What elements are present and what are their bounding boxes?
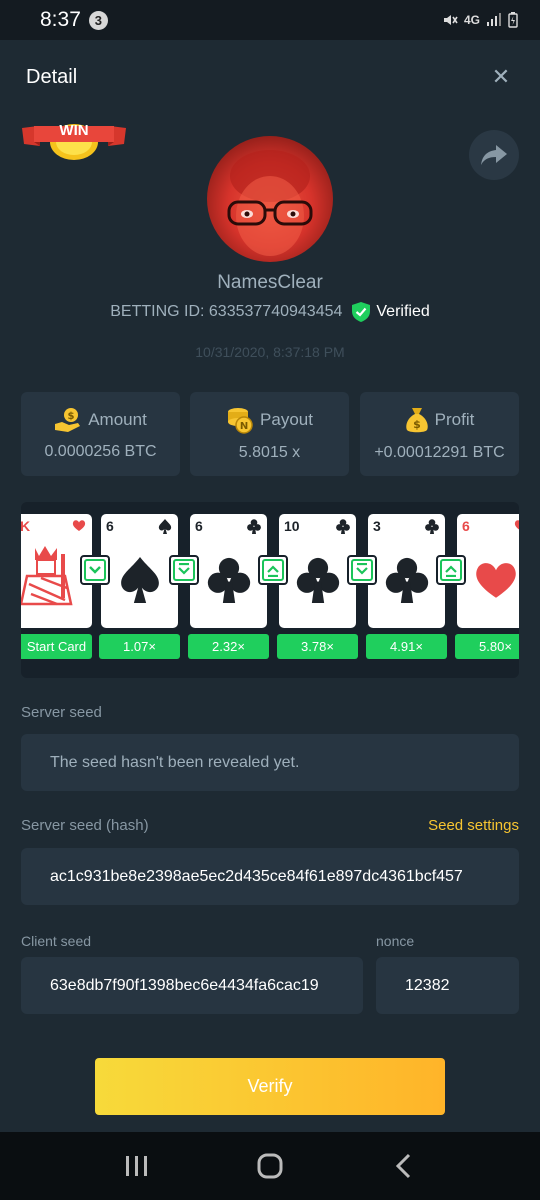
recent-apps-icon bbox=[125, 1156, 147, 1176]
verify-button[interactable]: Verify bbox=[95, 1058, 445, 1115]
profit-value: +0.00012291 BTC bbox=[374, 444, 505, 461]
share-arrow-icon bbox=[481, 145, 507, 165]
nonce-field[interactable]: 12382 bbox=[376, 957, 519, 1014]
money-bag-icon: $ bbox=[405, 408, 428, 433]
card-rank: 6 bbox=[106, 518, 114, 534]
club-icon bbox=[247, 519, 261, 534]
page-title: Detail bbox=[26, 65, 78, 88]
payout-value: 5.8015 x bbox=[238, 444, 301, 461]
dollar-hand-icon: $ bbox=[55, 408, 81, 432]
profit-label: Profit bbox=[434, 410, 475, 429]
status-bar: 8:37 3 4G bbox=[0, 0, 540, 40]
club-icon bbox=[207, 558, 250, 604]
username: NamesClear bbox=[217, 272, 323, 293]
back-icon bbox=[396, 1153, 411, 1179]
club-icon bbox=[336, 519, 350, 534]
notification-count-badge: 3 bbox=[88, 10, 108, 30]
heart-icon bbox=[475, 563, 516, 598]
back-button[interactable] bbox=[373, 1146, 433, 1186]
network-label: 4G bbox=[463, 13, 480, 27]
amount-value: 0.0000256 BTC bbox=[44, 443, 157, 460]
payout-label: Payout bbox=[260, 410, 313, 429]
svg-text:N: N bbox=[240, 421, 248, 432]
card-rank: 10 bbox=[284, 518, 300, 534]
playing-card: 6 bbox=[190, 514, 267, 628]
svg-text:$: $ bbox=[413, 418, 421, 431]
svg-text:$: $ bbox=[68, 411, 75, 422]
avatar bbox=[207, 136, 333, 262]
profit-stat: $ Profit +0.00012291 BTC bbox=[360, 392, 519, 476]
spade-icon bbox=[158, 519, 172, 534]
playing-card: 3 bbox=[368, 514, 445, 628]
card-rank: 6 bbox=[462, 518, 470, 534]
win-label: WIN bbox=[59, 122, 89, 139]
payout-stat: N Payout 5.8015 x bbox=[190, 392, 349, 476]
mute-icon bbox=[443, 15, 458, 25]
club-icon bbox=[425, 519, 439, 534]
multiplier-pill: 2.32× bbox=[188, 634, 269, 659]
multiplier-pill: 3.78× bbox=[277, 634, 358, 659]
playing-card: 10 bbox=[279, 514, 356, 628]
header: Detail ✕ bbox=[0, 40, 540, 114]
heart-icon bbox=[72, 520, 86, 531]
chevron-double-down-icon bbox=[356, 563, 368, 575]
detail-panel: Detail ✕ WIN NamesClear BETTING ID: 6335… bbox=[0, 40, 540, 1132]
status-icons: 4G bbox=[442, 12, 518, 28]
server-seed-hash-label: Server seed (hash) bbox=[21, 817, 149, 834]
higher-or-same-button[interactable] bbox=[258, 555, 288, 585]
heart-icon bbox=[514, 520, 519, 530]
cards-history: K 6 6 10 3 6 Start Card 1.07× 2.32× 3.78… bbox=[21, 502, 519, 678]
card-rank: K bbox=[21, 518, 31, 534]
king-face-icon bbox=[21, 546, 73, 606]
chevron-double-down-icon bbox=[178, 563, 190, 575]
lower-or-same-button[interactable] bbox=[169, 555, 199, 585]
nonce-label: nonce bbox=[376, 933, 415, 949]
chevron-double-up-icon bbox=[267, 565, 279, 577]
signal-icon bbox=[487, 13, 501, 26]
verified-shield-icon bbox=[352, 302, 371, 322]
home-button[interactable] bbox=[240, 1146, 300, 1186]
close-button[interactable]: ✕ bbox=[488, 64, 514, 90]
playing-card: 6 bbox=[101, 514, 178, 628]
share-button[interactable] bbox=[469, 130, 519, 180]
card-rank: 6 bbox=[195, 518, 203, 534]
client-seed-label: Client seed bbox=[21, 933, 92, 949]
amount-label: Amount bbox=[88, 410, 147, 429]
system-nav-bar bbox=[0, 1132, 540, 1200]
club-icon bbox=[385, 558, 428, 604]
home-icon bbox=[257, 1153, 283, 1179]
avatar-photo bbox=[227, 150, 313, 256]
server-seed-label: Server seed bbox=[21, 704, 102, 721]
status-time: 8:37 bbox=[40, 8, 81, 31]
card-rank: 3 bbox=[373, 518, 381, 534]
club-icon bbox=[296, 558, 339, 604]
multiplier-pill: 4.91× bbox=[366, 634, 447, 659]
recent-apps-button[interactable] bbox=[107, 1146, 167, 1186]
server-seed-field[interactable]: The seed hasn't been revealed yet. bbox=[21, 734, 519, 791]
server-seed-hash-field[interactable]: ac1c931be8e2398ae5ec2d435ce84f61e897dc43… bbox=[21, 848, 519, 905]
verified-badge: Verified bbox=[352, 302, 430, 322]
multiplier-pill: Start Card bbox=[21, 634, 92, 659]
higher-or-same-button[interactable] bbox=[436, 555, 466, 585]
chevron-double-up-icon bbox=[445, 565, 457, 577]
amount-stat: $ Amount 0.0000256 BTC bbox=[21, 392, 180, 476]
lower-or-same-button[interactable] bbox=[347, 555, 377, 585]
playing-card: 6 bbox=[457, 514, 519, 628]
verified-label: Verified bbox=[376, 303, 430, 320]
multiplier-pill: 1.07× bbox=[99, 634, 180, 659]
bet-timestamp: 10/31/2020, 8:37:18 PM bbox=[195, 344, 345, 360]
seed-settings-link[interactable]: Seed settings bbox=[428, 817, 519, 834]
betting-id-row: BETTING ID: 633537740943454 Verified bbox=[0, 302, 540, 322]
battery-icon bbox=[508, 12, 518, 28]
coins-icon: N bbox=[228, 408, 253, 434]
betting-id: BETTING ID: 633537740943454 bbox=[110, 303, 343, 320]
spade-icon bbox=[120, 557, 159, 604]
lower-guess-button[interactable] bbox=[80, 555, 110, 585]
multiplier-pill: 5.80× bbox=[455, 634, 519, 659]
client-seed-field[interactable]: 63e8db7f90f1398bec6e4434fa6cac19 bbox=[21, 957, 363, 1014]
chevron-down-icon bbox=[89, 566, 101, 574]
